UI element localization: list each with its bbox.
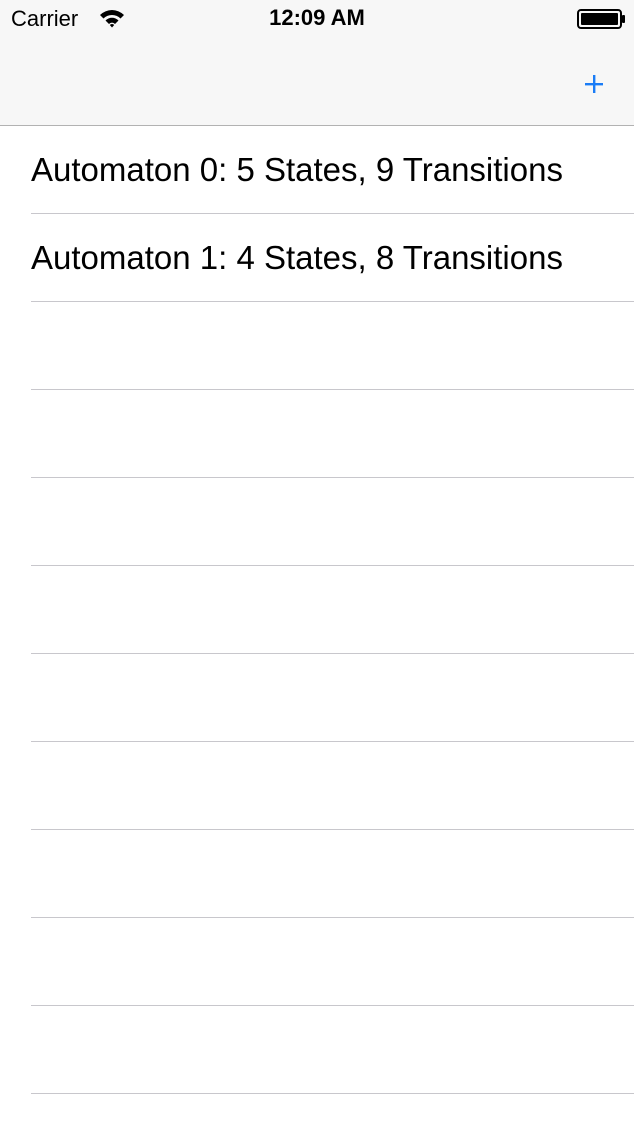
empty-list-row [0, 742, 634, 830]
app-screen: Carrier 12:09 AM Automaton 0: 5 States, … [0, 0, 634, 1130]
automaton-label: Automaton 0: 5 States, 9 Transitions [31, 151, 563, 188]
empty-list-row [0, 302, 634, 390]
empty-list-row [0, 830, 634, 918]
empty-list-row [0, 566, 634, 654]
empty-list-row [0, 478, 634, 566]
automata-list: Automaton 0: 5 States, 9 Transitions Aut… [0, 126, 634, 1094]
list-item[interactable]: Automaton 1: 4 States, 8 Transitions [0, 214, 634, 302]
plus-icon [585, 75, 603, 93]
list-item[interactable]: Automaton 0: 5 States, 9 Transitions [0, 126, 634, 214]
empty-list-row [0, 390, 634, 478]
add-automaton-button[interactable] [576, 66, 612, 102]
automaton-label: Automaton 1: 4 States, 8 Transitions [31, 239, 563, 276]
empty-list-row [0, 654, 634, 742]
navigation-bar [0, 40, 634, 126]
empty-list-row [0, 1006, 634, 1094]
status-time: 12:09 AM [269, 5, 365, 30]
status-bar: Carrier 12:09 AM [0, 0, 634, 40]
battery-icon [577, 9, 627, 29]
empty-list-row [0, 918, 634, 1006]
